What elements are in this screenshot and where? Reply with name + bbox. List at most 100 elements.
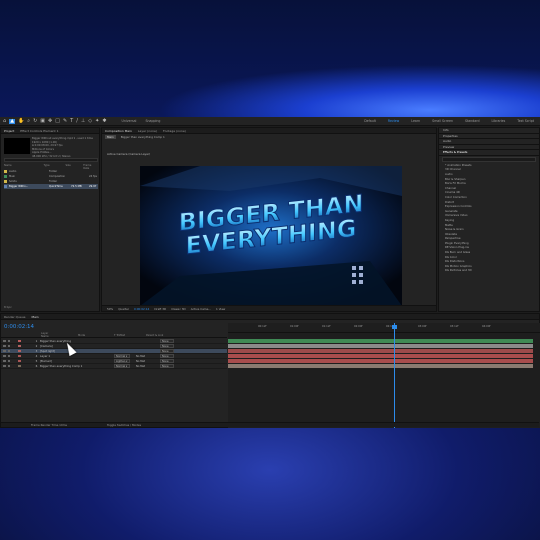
views-select[interactable]: 1 View	[216, 307, 225, 311]
layer-track-bar[interactable]	[228, 354, 533, 359]
layer-track-bar[interactable]	[228, 364, 533, 369]
bit-depth[interactable]: 8 bpc	[4, 305, 12, 309]
label-color[interactable]	[18, 349, 21, 353]
home-icon[interactable]: ⌂	[3, 118, 6, 124]
project-item-main[interactable]: Main Composition 24 fps	[4, 174, 98, 179]
workspace-text-script[interactable]: Text Script	[511, 119, 540, 123]
col-name[interactable]: Name	[4, 164, 44, 168]
parent-select[interactable]: None	[160, 359, 174, 363]
parent-select[interactable]: None	[160, 349, 174, 353]
text-tool-icon[interactable]: T	[70, 118, 73, 124]
lock-icon[interactable]	[7, 354, 10, 358]
workspace-default[interactable]: Default	[358, 119, 382, 123]
eye-icon[interactable]	[3, 359, 6, 363]
col-fps[interactable]: Frame Rate	[83, 164, 98, 170]
effects-presets-panel[interactable]: Effects & Presets	[439, 150, 539, 156]
eye-icon[interactable]	[3, 349, 6, 353]
workspace-learn[interactable]: Learn	[405, 119, 426, 123]
draft-3d-toggle[interactable]: Draft 3D	[154, 307, 166, 311]
parent-select[interactable]: None	[160, 344, 174, 348]
label-color[interactable]	[18, 354, 21, 358]
camera-select[interactable]: Active Came...	[191, 307, 211, 311]
project-item-audio[interactable]: Audio Folder	[4, 169, 98, 174]
track-matte[interactable]: No Mat	[136, 355, 148, 358]
col-size[interactable]: Size	[65, 164, 83, 168]
renderer-select[interactable]: Classic 3D	[171, 307, 186, 311]
layer-track-bar[interactable]	[228, 359, 533, 364]
universal-label[interactable]: Universal	[122, 119, 137, 123]
layer-track-bar[interactable]	[228, 344, 533, 349]
main-comp-button[interactable]: Main	[105, 135, 116, 139]
sub-comp-crumb[interactable]: Bigger than everything Comp 1	[121, 135, 165, 139]
roto-tool-icon[interactable]: ✦	[95, 118, 99, 124]
workspace-standard[interactable]: Standard	[459, 119, 486, 123]
pen-tool-icon[interactable]: ✎	[63, 118, 67, 124]
hand-tool-icon[interactable]: ✋	[18, 118, 24, 124]
puppet-tool-icon[interactable]: ✱	[102, 118, 106, 124]
layer-track-bar[interactable]	[228, 339, 533, 344]
tab-effect-controls[interactable]: Effect Controls Element 1	[20, 129, 58, 133]
lock-icon[interactable]	[7, 364, 10, 368]
time-ruler[interactable]: 00:12f 01:00f 01:12f 02:00f 02:12f 03:00f 03:1…	[228, 325, 540, 333]
workspace-review[interactable]: Review	[382, 119, 405, 123]
brush-tool-icon[interactable]: /	[76, 118, 78, 124]
parent-select[interactable]: None	[160, 364, 174, 368]
tab-composition[interactable]: Composition Main	[105, 129, 132, 133]
snapping-label[interactable]: Snapping	[145, 119, 160, 123]
layer-name[interactable]: [Burned]	[40, 359, 108, 363]
eye-icon[interactable]	[3, 364, 6, 368]
tab-main[interactable]: Main	[32, 315, 39, 319]
timeline-timecode[interactable]: 0:00:02:14	[4, 324, 34, 330]
blend-mode-select[interactable]: Normal ▾	[114, 364, 130, 368]
label-color[interactable]	[18, 364, 21, 368]
eye-icon[interactable]	[3, 344, 6, 348]
parent-select[interactable]: None	[160, 354, 174, 358]
lock-icon[interactable]	[7, 339, 10, 343]
toggle-switches-modes[interactable]: Toggle Switches / Modes	[107, 423, 141, 427]
timeline-tracks[interactable]: 00:12f 01:00f 01:12f 02:00f 02:12f 03:00f 03:1…	[228, 323, 540, 428]
zoom-tool-icon[interactable]: ⌕	[27, 118, 30, 124]
blend-mode-select[interactable]: Lighten ▾	[114, 359, 130, 363]
track-matte[interactable]: No Mat	[136, 365, 148, 368]
label-color[interactable]	[18, 339, 21, 343]
tab-footage[interactable]: Footage (none)	[163, 129, 186, 133]
track-matte[interactable]: No Mat	[136, 360, 148, 363]
project-search-input[interactable]	[4, 158, 98, 162]
comp-timecode[interactable]: 0:00:02:14	[134, 307, 149, 311]
rectangle-tool-icon[interactable]: □	[55, 118, 60, 124]
eye-icon[interactable]	[3, 339, 6, 343]
lock-icon[interactable]	[7, 359, 10, 363]
layer-name[interactable]: Bigger than everything Comp 1	[40, 364, 108, 368]
playhead[interactable]	[394, 323, 395, 428]
label-color[interactable]	[18, 359, 21, 363]
pan-behind-icon[interactable]: ✥	[48, 118, 52, 124]
eye-icon[interactable]	[3, 354, 6, 358]
eraser-tool-icon[interactable]: ◇	[88, 118, 92, 124]
layer-name[interactable]: Layer 1	[40, 354, 108, 358]
camera-tool-icon[interactable]: ▣	[40, 118, 45, 124]
rotate-tool-icon[interactable]: ↻	[33, 118, 37, 124]
zoom-select[interactable]: 50%	[107, 307, 113, 311]
selection-tool-icon[interactable]: ▲	[9, 118, 16, 124]
composition-viewport[interactable]: BIGGER THAN EVERYTHING	[140, 166, 402, 306]
layer-track-bar[interactable]	[228, 349, 533, 354]
workspace-libraries[interactable]: Libraries	[486, 119, 512, 123]
effect-category[interactable]: RG Particles and 3D	[439, 268, 539, 273]
tab-render-queue[interactable]: Render Queue	[4, 315, 26, 319]
tab-project[interactable]: Project	[4, 129, 14, 133]
tab-layer[interactable]: Layer (none)	[138, 129, 157, 133]
effects-search-input[interactable]	[442, 156, 536, 162]
layer-name[interactable]: Bigger than everything	[40, 339, 108, 343]
label-color[interactable]	[18, 344, 21, 348]
clone-tool-icon[interactable]: ⊥	[81, 118, 85, 124]
lock-icon[interactable]	[7, 349, 10, 353]
workspace-small-screen[interactable]: Small Screen	[426, 119, 459, 123]
project-item-footage[interactable]: Bigger Witho... QuickTime 72.5 MB 29.97	[4, 184, 98, 189]
resolution-select[interactable]: Quarter	[118, 307, 129, 311]
col-type[interactable]: Type	[44, 164, 66, 168]
blend-mode-select[interactable]: Normal ▾	[114, 354, 130, 358]
project-item-solids[interactable]: Solids Folder	[4, 179, 98, 184]
layer-row[interactable]: 6 Bigger than everything Comp 1 Normal ▾ No…	[1, 364, 227, 369]
parent-select[interactable]: None	[160, 339, 174, 343]
lock-icon[interactable]	[7, 344, 10, 348]
